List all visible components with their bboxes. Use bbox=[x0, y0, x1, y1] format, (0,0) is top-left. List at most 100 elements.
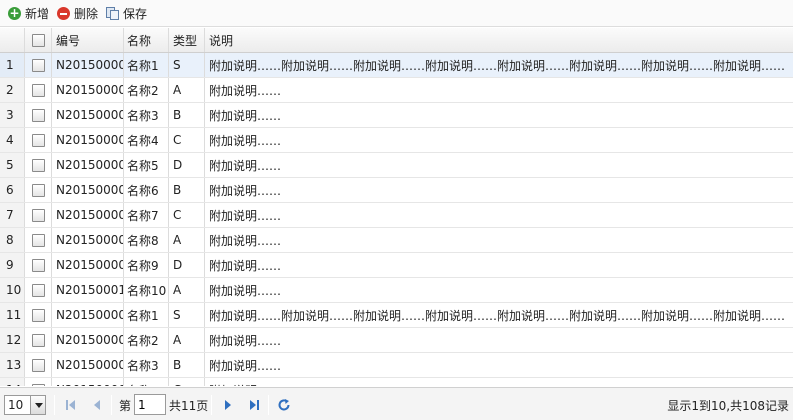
table-row[interactable]: 6 N201500006名称6B 附加说明…… bbox=[0, 178, 793, 203]
chevron-down-icon[interactable] bbox=[30, 396, 45, 414]
next-page-icon bbox=[225, 400, 231, 410]
page-size-select[interactable]: 10 bbox=[4, 395, 46, 415]
page-total-label: 共11页 bbox=[169, 398, 209, 413]
row-select-cell bbox=[25, 153, 52, 177]
header-select-all bbox=[25, 28, 52, 52]
prev-page-button[interactable] bbox=[88, 395, 106, 415]
cell-desc: 附加说明…… bbox=[205, 378, 793, 387]
cell-name: 名称1 bbox=[124, 53, 169, 77]
table-row[interactable]: 11 N201500001名称1S 附加说明……附加说明……附加说明……附加说明……… bbox=[0, 303, 793, 328]
row-checkbox[interactable] bbox=[31, 283, 45, 297]
table-row[interactable]: 5 N201500005名称5D 附加说明…… bbox=[0, 153, 793, 178]
row-number: 13 bbox=[0, 353, 25, 377]
row-number: 4 bbox=[0, 128, 25, 152]
pager-divider bbox=[268, 395, 269, 415]
row-checkbox[interactable] bbox=[31, 58, 45, 72]
table-row[interactable]: 4 N201500004名称4C 附加说明…… bbox=[0, 128, 793, 153]
row-checkbox[interactable] bbox=[31, 333, 45, 347]
delete-button-label: 删除 bbox=[74, 6, 99, 21]
table-row[interactable]: 12 N201500002名称2A 附加说明…… bbox=[0, 328, 793, 353]
cell-desc: 附加说明……附加说明……附加说明……附加说明……附加说明……附加说明……附加说明… bbox=[209, 58, 786, 73]
table-row[interactable]: 13 N201500003名称3B 附加说明…… bbox=[0, 353, 793, 378]
cell-name: 名称10 bbox=[124, 278, 169, 302]
row-number: 2 bbox=[0, 78, 25, 102]
cell-type: S bbox=[169, 53, 205, 77]
save-button[interactable]: 保存 bbox=[104, 2, 153, 24]
cell-type: B bbox=[169, 353, 205, 377]
current-page-input[interactable] bbox=[134, 394, 166, 415]
pager-divider bbox=[211, 395, 212, 415]
row-checkbox[interactable] bbox=[31, 108, 45, 122]
cell-type: A bbox=[169, 78, 205, 102]
cell-id: N201500005 bbox=[52, 153, 124, 177]
cell-type: C bbox=[169, 128, 205, 152]
row-checkbox[interactable] bbox=[31, 183, 45, 197]
last-page-icon bbox=[250, 400, 259, 410]
cell-type: D bbox=[169, 253, 205, 277]
cell-desc: 附加说明…… bbox=[209, 183, 282, 198]
cell-type: B bbox=[169, 103, 205, 127]
table-row[interactable]: 2 N201500002名称2A 附加说明…… bbox=[0, 78, 793, 103]
cell-name: 名称9 bbox=[124, 253, 169, 277]
last-page-button[interactable] bbox=[245, 395, 263, 415]
next-page-button[interactable] bbox=[219, 395, 237, 415]
row-checkbox[interactable] bbox=[31, 133, 45, 147]
cell-desc: 附加说明…… bbox=[209, 133, 282, 148]
table-row[interactable]: 14 N201500004名称4C附加说明…… bbox=[0, 378, 793, 386]
row-select-cell bbox=[25, 103, 52, 127]
save-button-label: 保存 bbox=[123, 6, 148, 21]
first-page-button[interactable] bbox=[62, 395, 80, 415]
table-row[interactable]: 8 N201500008名称8A 附加说明…… bbox=[0, 228, 793, 253]
pagination-bar: 10 第 共11页 显示1到10,共108记录 bbox=[0, 387, 793, 420]
row-select-cell bbox=[25, 303, 52, 327]
table-row[interactable]: 10 N201500010名称10A 附加说明…… bbox=[0, 278, 793, 303]
row-number: 6 bbox=[0, 178, 25, 202]
row-select-cell bbox=[25, 278, 52, 302]
cell-desc: 附加说明…… bbox=[209, 233, 282, 248]
column-header-desc[interactable]: 说明 bbox=[205, 28, 793, 52]
column-header-name[interactable]: 名称 bbox=[124, 28, 169, 52]
cell-desc: 附加说明…… bbox=[209, 208, 282, 223]
cell-type: A bbox=[169, 228, 205, 252]
cell-name: 名称8 bbox=[124, 228, 169, 252]
table-row[interactable]: 7 N201500007名称7C 附加说明…… bbox=[0, 203, 793, 228]
save-icon bbox=[106, 6, 120, 20]
cell-type: D bbox=[169, 153, 205, 177]
row-checkbox[interactable] bbox=[31, 308, 45, 322]
row-checkbox[interactable] bbox=[31, 83, 45, 97]
table-row[interactable]: 3 N201500003名称3B 附加说明…… bbox=[0, 103, 793, 128]
cell-type: A bbox=[169, 328, 205, 352]
row-checkbox[interactable] bbox=[31, 158, 45, 172]
row-checkbox[interactable] bbox=[31, 258, 45, 272]
cell-id: N201500009 bbox=[52, 253, 124, 277]
pager-divider bbox=[54, 395, 55, 415]
cell-id: N201500007 bbox=[52, 203, 124, 227]
cell-desc: 附加说明…… bbox=[209, 108, 282, 123]
cell-name: 名称4 bbox=[124, 378, 169, 386]
cell-id: N201500002 bbox=[52, 78, 124, 102]
row-checkbox[interactable] bbox=[31, 383, 45, 386]
cell-id: N201500004 bbox=[52, 128, 124, 152]
row-number: 11 bbox=[0, 303, 25, 327]
cell-id: N201500008 bbox=[52, 228, 124, 252]
row-number: 8 bbox=[0, 228, 25, 252]
add-button[interactable]: + 新增 bbox=[6, 2, 55, 24]
cell-type: B bbox=[169, 178, 205, 202]
delete-button[interactable]: 删除 bbox=[55, 2, 104, 24]
cell-name: 名称3 bbox=[124, 353, 169, 377]
row-checkbox[interactable] bbox=[31, 358, 45, 372]
column-header-type[interactable]: 类型 bbox=[169, 28, 205, 52]
select-all-checkbox[interactable] bbox=[31, 33, 45, 47]
row-number: 14 bbox=[0, 378, 25, 386]
row-select-cell bbox=[25, 78, 52, 102]
refresh-button[interactable] bbox=[275, 395, 293, 415]
column-header-id[interactable]: 编号 bbox=[52, 28, 124, 52]
table-row[interactable]: 9 N201500009名称9D 附加说明…… bbox=[0, 253, 793, 278]
row-number: 10 bbox=[0, 278, 25, 302]
row-select-cell bbox=[25, 53, 52, 77]
cell-name: 名称5 bbox=[124, 153, 169, 177]
row-checkbox[interactable] bbox=[31, 233, 45, 247]
table-row[interactable]: 1 N201500001名称1S 附加说明……附加说明……附加说明……附加说明……附… bbox=[0, 53, 793, 78]
row-checkbox[interactable] bbox=[31, 208, 45, 222]
cell-type: C bbox=[169, 203, 205, 227]
